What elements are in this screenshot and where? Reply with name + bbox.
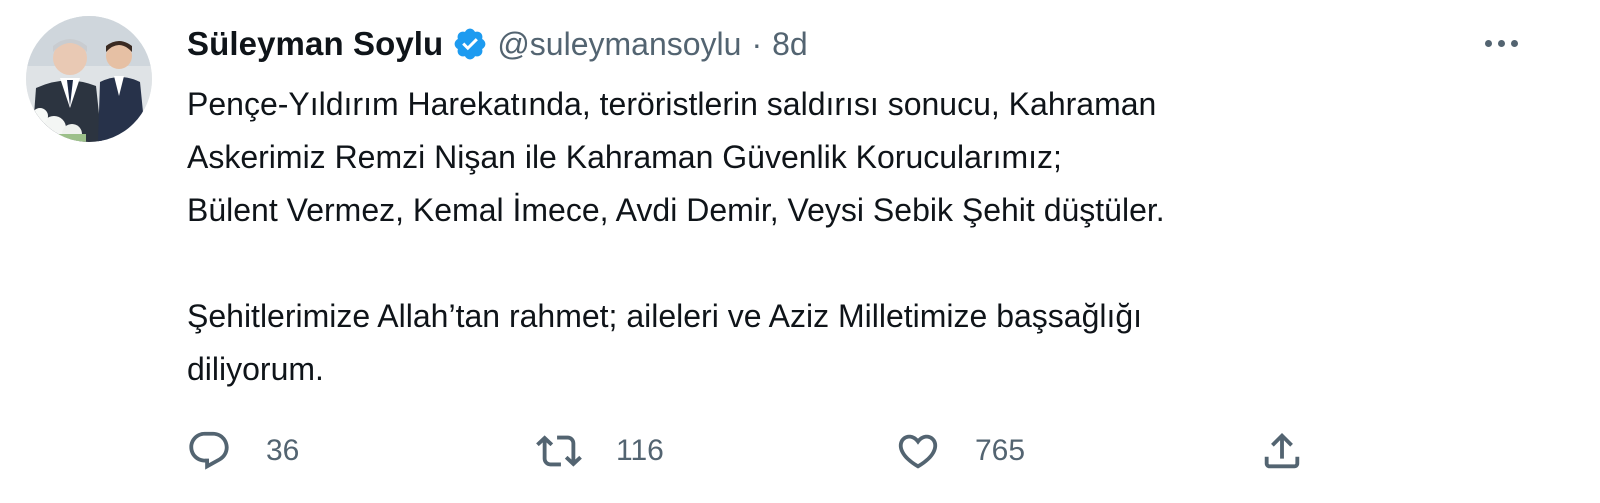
like-count: 765 — [975, 434, 1026, 467]
like-button[interactable]: 765 — [895, 426, 1025, 476]
heart-icon — [898, 434, 938, 469]
tweet-timestamp[interactable]: 8d — [772, 26, 808, 63]
tweet[interactable]: Süleyman Soylu @suleymansoylu · 8d Pençe… — [0, 0, 1600, 503]
avatar-image — [26, 16, 152, 142]
tweet-header: Süleyman Soylu @suleymansoylu · 8d — [187, 20, 808, 68]
author-name[interactable]: Süleyman Soylu — [187, 25, 443, 63]
reply-button[interactable]: 36 — [186, 426, 299, 476]
share-icon — [1264, 432, 1300, 469]
verified-badge-icon — [452, 26, 488, 62]
tweet-text: Pençe-Yıldırım Harekatında, teröristleri… — [187, 78, 1517, 396]
retweet-button[interactable]: 116 — [536, 426, 664, 476]
tweet-text-line: Şehitlerimize Allah’tan rahmet; aileleri… — [187, 298, 1143, 334]
reply-icon — [189, 431, 229, 470]
retweet-icon — [536, 435, 582, 467]
avatar[interactable] — [26, 16, 152, 142]
tweet-text-line: Bülent Vermez, Kemal İmece, Avdi Demir, … — [187, 192, 1165, 228]
share-button[interactable] — [1259, 426, 1305, 476]
reply-count: 36 — [266, 434, 300, 467]
tweet-text-line: Pençe-Yıldırım Harekatında, teröristleri… — [187, 86, 1157, 122]
retweet-count: 116 — [616, 434, 664, 467]
tweet-text-line: diliyorum. — [187, 351, 324, 387]
header-separator: · — [751, 25, 763, 62]
author-handle[interactable]: @suleymansoylu — [497, 26, 741, 63]
tweet-text-line: Askerimiz Remzi Nişan ile Kahraman Güven… — [187, 139, 1062, 175]
more-icon[interactable] — [1478, 26, 1524, 60]
